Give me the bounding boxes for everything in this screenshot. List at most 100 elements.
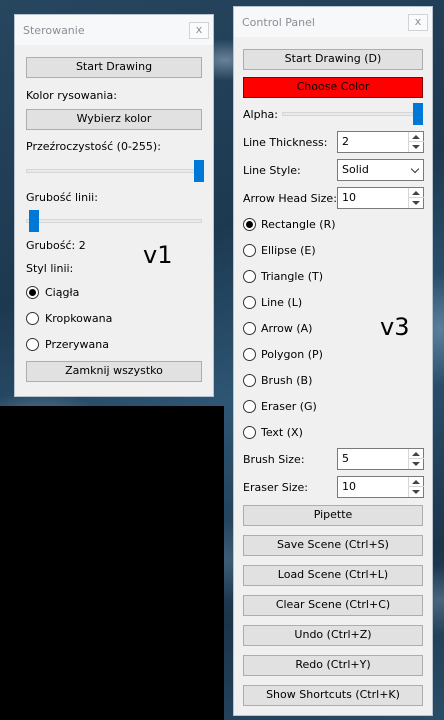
v3-shape-option[interactable]: Polygon (P) xyxy=(243,347,423,363)
v3-redo-button[interactable]: Redo (Ctrl+Y) xyxy=(243,655,423,676)
v3-shape-label: Line (L) xyxy=(261,296,303,309)
v3-alpha-label: Alpha: xyxy=(243,108,278,121)
v3-start-drawing-button[interactable]: Start Drawing (D) xyxy=(243,49,423,70)
v3-brush-size-arrows[interactable] xyxy=(408,449,424,469)
v3-shape-label: Eraser (G) xyxy=(261,400,317,413)
v3-shape-option[interactable]: Text (X) xyxy=(243,425,423,441)
v3-shape-label: Arrow (A) xyxy=(261,322,313,335)
spin-up-icon[interactable] xyxy=(412,135,420,139)
sterowanie-window: Sterowanie x Start Drawing Kolor rysowan… xyxy=(14,14,214,397)
v3-shape-option[interactable]: Rectangle (R) xyxy=(243,217,423,233)
v3-shape-radio-rectangle[interactable] xyxy=(243,218,256,231)
v1-line-width-track xyxy=(26,219,202,223)
v3-line-style-value: Solid xyxy=(342,163,369,176)
v3-shape-option[interactable]: Brush (B) xyxy=(243,373,423,389)
v1-line-style-label: Styl linii: xyxy=(26,262,74,275)
v3-shape-option[interactable]: Line (L) xyxy=(243,295,423,311)
v1-transparency-thumb[interactable] xyxy=(194,160,204,182)
spin-up-icon[interactable] xyxy=(412,191,420,195)
v3-shape-label: Polygon (P) xyxy=(261,348,323,361)
v1-close-all-button[interactable]: Zamknij wszystko xyxy=(26,361,202,382)
v1-close-button[interactable]: x xyxy=(189,22,209,39)
v3-eraser-size-arrows[interactable] xyxy=(408,477,424,497)
v3-arrow-head-arrows[interactable] xyxy=(408,188,424,208)
v3-brush-size-label: Brush Size: xyxy=(243,453,305,466)
v1-line-width-slider[interactable] xyxy=(26,208,206,234)
v3-choose-color-button[interactable]: Choose Color xyxy=(243,77,423,98)
spin-up-icon[interactable] xyxy=(412,480,420,484)
spin-down-icon[interactable] xyxy=(412,462,420,466)
v1-transparency-track xyxy=(26,169,202,173)
spin-down-icon[interactable] xyxy=(412,201,420,205)
v3-shape-label: Rectangle (R) xyxy=(261,218,336,231)
v1-style-radio-przerywana[interactable] xyxy=(26,338,39,351)
v3-save-scene-button[interactable]: Save Scene (Ctrl+S) xyxy=(243,535,423,556)
spin-down-icon[interactable] xyxy=(412,490,420,494)
v1-line-width-label: Grubość linii: xyxy=(26,191,98,204)
v3-show-shortcuts-button[interactable]: Show Shortcuts (Ctrl+K) xyxy=(243,685,423,706)
v3-shape-option[interactable]: Triangle (T) xyxy=(243,269,423,285)
chevron-down-icon xyxy=(410,164,420,174)
v1-style-option[interactable]: Ciągła xyxy=(26,285,196,301)
spin-down-icon[interactable] xyxy=(412,145,420,149)
v3-alpha-track xyxy=(282,112,422,116)
v3-eraser-size-label: Eraser Size: xyxy=(243,481,309,494)
v1-line-width-thumb[interactable] xyxy=(29,210,39,232)
v3-shape-label: Text (X) xyxy=(261,426,303,439)
spin-up-icon[interactable] xyxy=(412,452,420,456)
v1-version-tag: v1 xyxy=(143,241,173,269)
v3-line-thickness-arrows[interactable] xyxy=(408,132,424,152)
v1-style-radio-kropkowana[interactable] xyxy=(26,312,39,325)
v3-shape-radio-polygon[interactable] xyxy=(243,348,256,361)
v3-titlebar[interactable]: Control Panel x xyxy=(234,7,432,37)
v3-line-thickness-spinbox[interactable]: 2 xyxy=(337,131,424,153)
v3-line-style-select[interactable]: Solid xyxy=(337,159,424,181)
v3-shape-label: Brush (B) xyxy=(261,374,313,387)
v1-titlebar[interactable]: Sterowanie x xyxy=(15,15,213,45)
v3-close-button[interactable]: x xyxy=(408,14,428,31)
v3-shape-radio-arrow[interactable] xyxy=(243,322,256,335)
v3-arrow-head-value: 10 xyxy=(342,191,356,204)
v3-eraser-size-spinbox[interactable]: 10 xyxy=(337,476,424,498)
v1-color-label: Kolor rysowania: xyxy=(26,89,117,102)
v3-version-tag: v3 xyxy=(380,313,410,341)
v3-shape-radio-brush[interactable] xyxy=(243,374,256,387)
v1-choose-color-button[interactable]: Wybierz kolor xyxy=(26,109,202,130)
v1-style-option[interactable]: Kropkowana xyxy=(26,311,196,327)
v3-alpha-slider[interactable] xyxy=(282,101,424,127)
v1-style-radio-ciagla[interactable] xyxy=(26,286,39,299)
v1-style-option[interactable]: Przerywana xyxy=(26,337,196,353)
v1-style-label: Kropkowana xyxy=(45,312,113,325)
v3-load-scene-button[interactable]: Load Scene (Ctrl+L) xyxy=(243,565,423,586)
v3-line-thickness-label: Line Thickness: xyxy=(243,136,328,149)
v3-pipette-button[interactable]: Pipette xyxy=(243,505,423,526)
v1-style-label: Przerywana xyxy=(45,338,109,351)
v3-undo-button[interactable]: Undo (Ctrl+Z) xyxy=(243,625,423,646)
v1-window-title: Sterowanie xyxy=(23,24,85,37)
v3-shape-option[interactable]: Eraser (G) xyxy=(243,399,423,415)
v3-brush-size-value: 5 xyxy=(342,452,349,465)
v3-shape-label: Ellipse (E) xyxy=(261,244,316,257)
v1-transparency-slider[interactable] xyxy=(26,158,206,184)
v3-shape-radio-triangle[interactable] xyxy=(243,270,256,283)
v3-line-thickness-value: 2 xyxy=(342,135,349,148)
v3-shape-radio-text[interactable] xyxy=(243,426,256,439)
v3-shape-option[interactable]: Ellipse (E) xyxy=(243,243,423,259)
v3-shape-radio-ellipse[interactable] xyxy=(243,244,256,257)
v3-arrow-head-label: Arrow Head Size: xyxy=(243,192,337,205)
v3-eraser-size-value: 10 xyxy=(342,480,356,493)
empty-black-area xyxy=(0,406,224,720)
v3-alpha-thumb[interactable] xyxy=(413,103,423,125)
v3-arrow-head-spinbox[interactable]: 10 xyxy=(337,187,424,209)
v1-transparency-label: Przeźroczystość (0-255): xyxy=(26,140,161,153)
v3-line-style-label: Line Style: xyxy=(243,164,301,177)
v3-window-title: Control Panel xyxy=(242,16,315,29)
v1-style-label: Ciągła xyxy=(45,286,80,299)
v3-shape-radio-line[interactable] xyxy=(243,296,256,309)
v3-shape-label: Triangle (T) xyxy=(261,270,323,283)
v1-start-drawing-button[interactable]: Start Drawing xyxy=(26,57,202,78)
v3-brush-size-spinbox[interactable]: 5 xyxy=(337,448,424,470)
v3-shape-radio-eraser[interactable] xyxy=(243,400,256,413)
v3-clear-scene-button[interactable]: Clear Scene (Ctrl+C) xyxy=(243,595,423,616)
control-panel-window: Control Panel x Start Drawing (D) Choose… xyxy=(233,6,433,716)
